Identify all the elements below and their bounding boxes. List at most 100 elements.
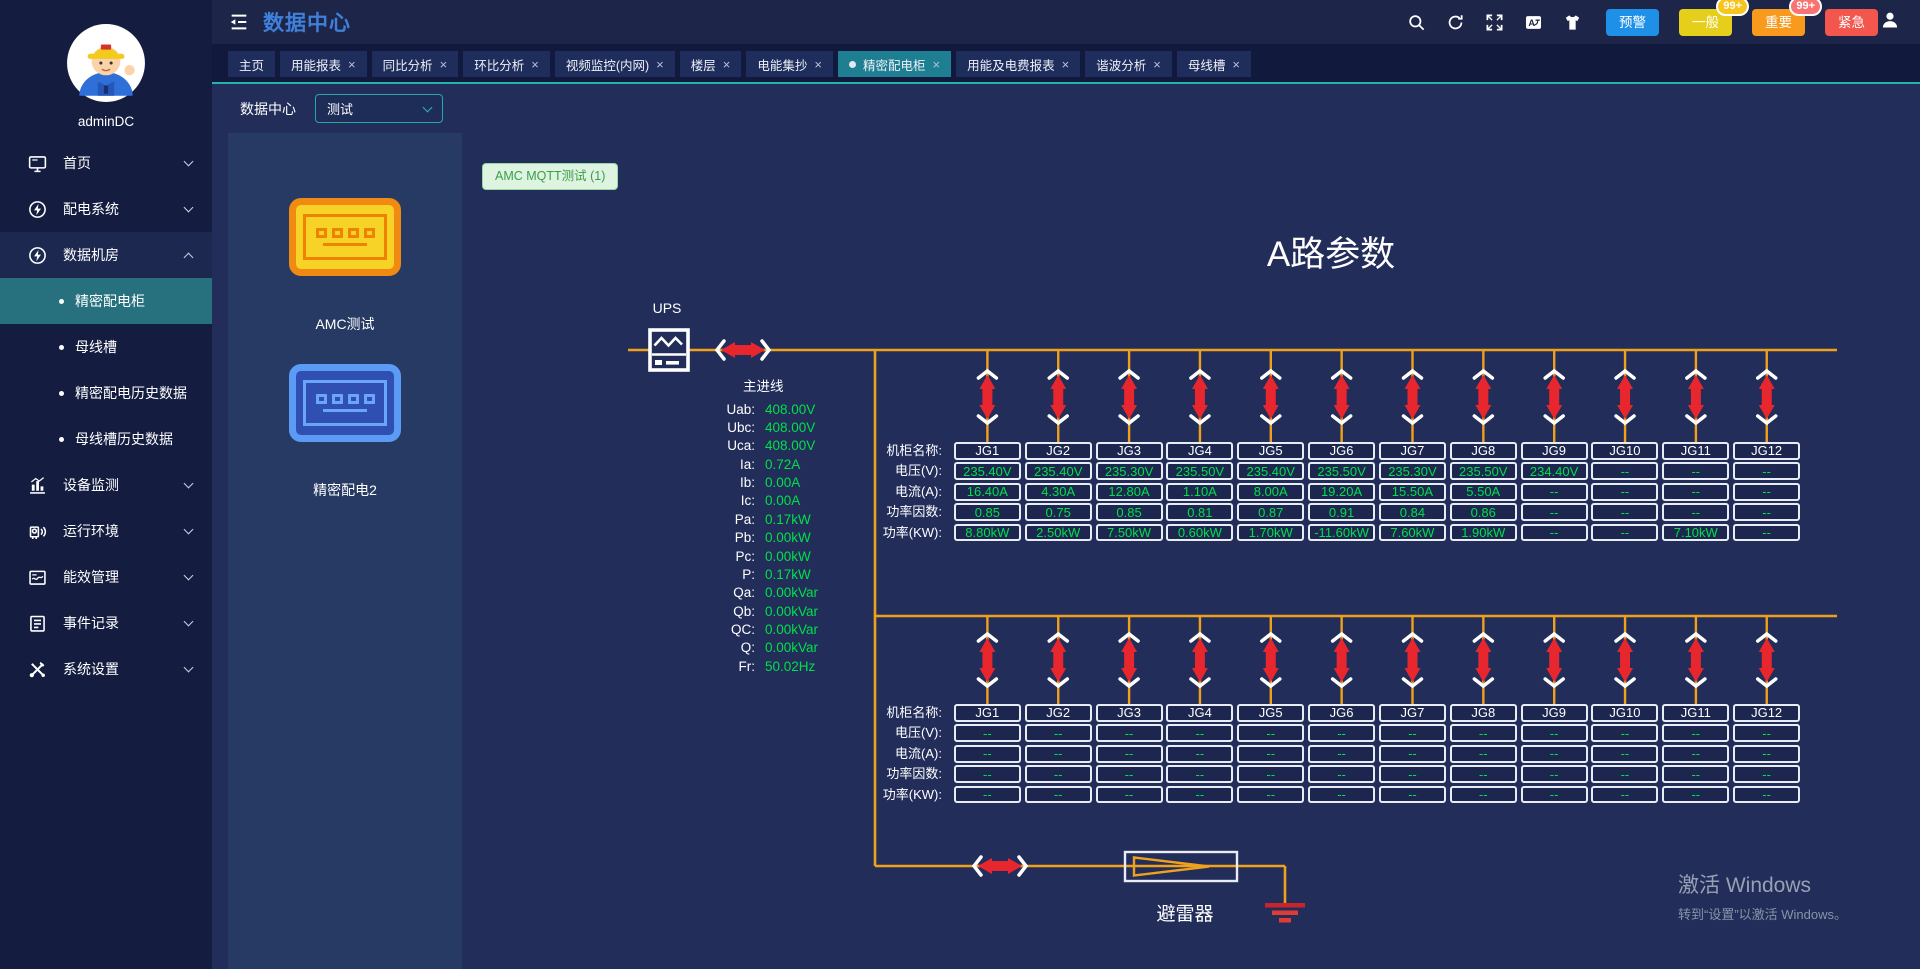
- cabinet-value-cell: --: [1733, 524, 1800, 542]
- cabinet-value-cell: 8.00A: [1237, 483, 1304, 501]
- device-card-AMC测试[interactable]: AMC测试: [289, 198, 401, 364]
- alert-button-一般[interactable]: 一般99+: [1679, 9, 1732, 36]
- tab-close-icon[interactable]: ×: [814, 57, 822, 72]
- sidebar-subitem-母线槽历史数据[interactable]: 母线槽历史数据: [0, 416, 212, 462]
- reading-row: Uab:408.00V: [610, 400, 818, 418]
- feeder-breaker-icon: [978, 634, 996, 686]
- tab-用能报表[interactable]: 用能报表 ×: [280, 51, 367, 77]
- username: adminDC: [78, 114, 134, 129]
- circuit-diagram-area: AMC MQTT测试 (1) A路参数 UPS 主进线 Uab:408.00VU…: [462, 133, 1920, 969]
- distribution-cabinet-icon: [289, 364, 401, 442]
- datacenter-select[interactable]: 测试: [315, 94, 443, 123]
- sidebar-item-运行环境[interactable]: 运行环境: [0, 508, 212, 554]
- collapse-menu-icon[interactable]: [228, 11, 250, 33]
- tab-视频监控(内网)[interactable]: 视频监控(内网)×: [555, 51, 675, 77]
- tab-谐波分析[interactable]: 谐波分析×: [1085, 51, 1172, 77]
- tab-close-icon[interactable]: ×: [1232, 57, 1240, 72]
- tab-close-icon[interactable]: ×: [656, 57, 664, 72]
- sidebar-item-label: 数据机房: [63, 245, 185, 265]
- tab-close-icon[interactable]: ×: [440, 57, 448, 72]
- chevron-down-icon: [184, 479, 194, 489]
- tab-母线槽[interactable]: 母线槽×: [1177, 51, 1251, 77]
- reading-row: P:0.17kW: [610, 565, 818, 583]
- cabinet-value-cell: --: [1025, 765, 1092, 783]
- cabinet-value-cell: 235.50V: [1450, 462, 1517, 480]
- reading-label: Ib:: [610, 475, 755, 490]
- device-group-button[interactable]: AMC MQTT测试 (1): [482, 163, 618, 190]
- cabinet-value-cell: --: [1379, 765, 1446, 783]
- translate-icon[interactable]: A: [1524, 13, 1543, 32]
- tab-close-icon[interactable]: ×: [723, 57, 731, 72]
- tab-电能集抄[interactable]: 电能集抄×: [746, 51, 833, 77]
- reading-value: 0.00kW: [765, 530, 811, 545]
- search-icon[interactable]: [1407, 13, 1426, 32]
- tab-close-icon[interactable]: ×: [1062, 57, 1070, 72]
- cabinet-value-cell: --: [1096, 724, 1163, 742]
- cabinet-value-cell: 0.81: [1166, 503, 1233, 521]
- cabinet-value-cell: --: [1379, 786, 1446, 804]
- sidebar-item-能效管理[interactable]: 能效管理: [0, 554, 212, 600]
- table-row-label: 电流(A):: [824, 745, 950, 763]
- cabinet-value-cell: 0.85: [1096, 503, 1163, 521]
- refresh-icon[interactable]: [1446, 13, 1465, 32]
- alert-button-紧急[interactable]: 紧急: [1825, 9, 1878, 36]
- sidebar-subitem-label: 精密配电柜: [75, 291, 145, 311]
- cabinet-value-cell: --: [1662, 503, 1729, 521]
- reading-value: 0.00A: [765, 493, 800, 508]
- tab-label: 用能及电费报表: [967, 55, 1055, 74]
- table-row-label: 功率因数:: [824, 765, 950, 783]
- page-title: 数据中心: [263, 7, 351, 37]
- tab-close-icon[interactable]: ×: [348, 57, 356, 72]
- theme-icon[interactable]: [1563, 13, 1582, 32]
- cabinet-value-cell: 16.40A: [954, 483, 1021, 501]
- cabinet-value-cell: 235.30V: [1379, 462, 1446, 480]
- avatar[interactable]: [65, 22, 147, 104]
- sidebar-item-首页[interactable]: 首页: [0, 140, 212, 186]
- table-row-label: 功率(KW):: [824, 524, 950, 542]
- tab-用能及电费报表[interactable]: 用能及电费报表 ×: [956, 51, 1080, 77]
- cabinet-value-cell: --: [1450, 786, 1517, 804]
- cabinet-value-cell: --: [1733, 483, 1800, 501]
- device-card-精密配电2[interactable]: 精密配电2: [289, 364, 401, 530]
- cabinet-value-cell: 0.85: [954, 503, 1021, 521]
- tab-环比分析[interactable]: 环比分析×: [463, 51, 550, 77]
- tab-楼层[interactable]: 楼层×: [680, 51, 742, 77]
- reading-label: Ubc:: [610, 420, 755, 435]
- tab-close-icon[interactable]: ×: [531, 57, 539, 72]
- cabinet-name-cell: JG4: [1166, 442, 1233, 460]
- alert-button-预警[interactable]: 预警: [1606, 9, 1659, 36]
- tab-label: 用能报表: [291, 55, 341, 74]
- tab-精密配电柜[interactable]: 精密配电柜×: [838, 51, 951, 77]
- cabinet-value-cell: --: [1025, 786, 1092, 804]
- reading-value: 0.00kVar: [765, 640, 818, 655]
- sidebar-item-事件记录[interactable]: 事件记录: [0, 600, 212, 646]
- datacenter-label: 数据中心: [240, 99, 296, 119]
- sidebar-item-配电系统[interactable]: 配电系统: [0, 186, 212, 232]
- tab-bar: 主页用能报表×同比分析×环比分析×视频监控(内网)×楼层×电能集抄×精密配电柜×…: [212, 44, 1920, 84]
- sidebar-item-label: 首页: [63, 153, 185, 173]
- fullscreen-icon[interactable]: [1485, 13, 1504, 32]
- sidebar-subitem-精密配电历史数据[interactable]: 精密配电历史数据: [0, 370, 212, 416]
- chevron-down-icon: [184, 525, 194, 535]
- reading-value: 50.02Hz: [765, 659, 815, 674]
- user-icon[interactable]: [1880, 10, 1900, 35]
- sidebar-subitem-母线槽[interactable]: 母线槽: [0, 324, 212, 370]
- sidebar-item-数据机房[interactable]: 数据机房: [0, 232, 212, 278]
- tab-close-icon[interactable]: ×: [933, 57, 941, 72]
- tab-主页[interactable]: 主页: [228, 51, 275, 77]
- feeder-breaker-icon: [1616, 634, 1634, 686]
- cabinet-name-cell: JG11: [1662, 704, 1729, 722]
- cabinet-value-cell: --: [1308, 724, 1375, 742]
- sidebar-item-系统设置[interactable]: 系统设置: [0, 646, 212, 692]
- tab-同比分析[interactable]: 同比分析 ×: [372, 51, 459, 77]
- cabinet-name-cell: JG12: [1733, 704, 1800, 722]
- alert-button-重要[interactable]: 重要99+: [1752, 9, 1805, 36]
- sidebar-item-设备监测[interactable]: 设备监测: [0, 462, 212, 508]
- tab-label: 同比分析: [383, 55, 433, 74]
- sidebar-subitem-精密配电柜[interactable]: 精密配电柜: [0, 278, 212, 324]
- tab-close-icon[interactable]: ×: [1153, 57, 1161, 72]
- feeder-breaker-icon: [1262, 371, 1280, 423]
- cabinet-value-cell: --: [1591, 724, 1658, 742]
- cabinet-value-cell: --: [1308, 745, 1375, 763]
- cabinet-value-cell: 0.86: [1450, 503, 1517, 521]
